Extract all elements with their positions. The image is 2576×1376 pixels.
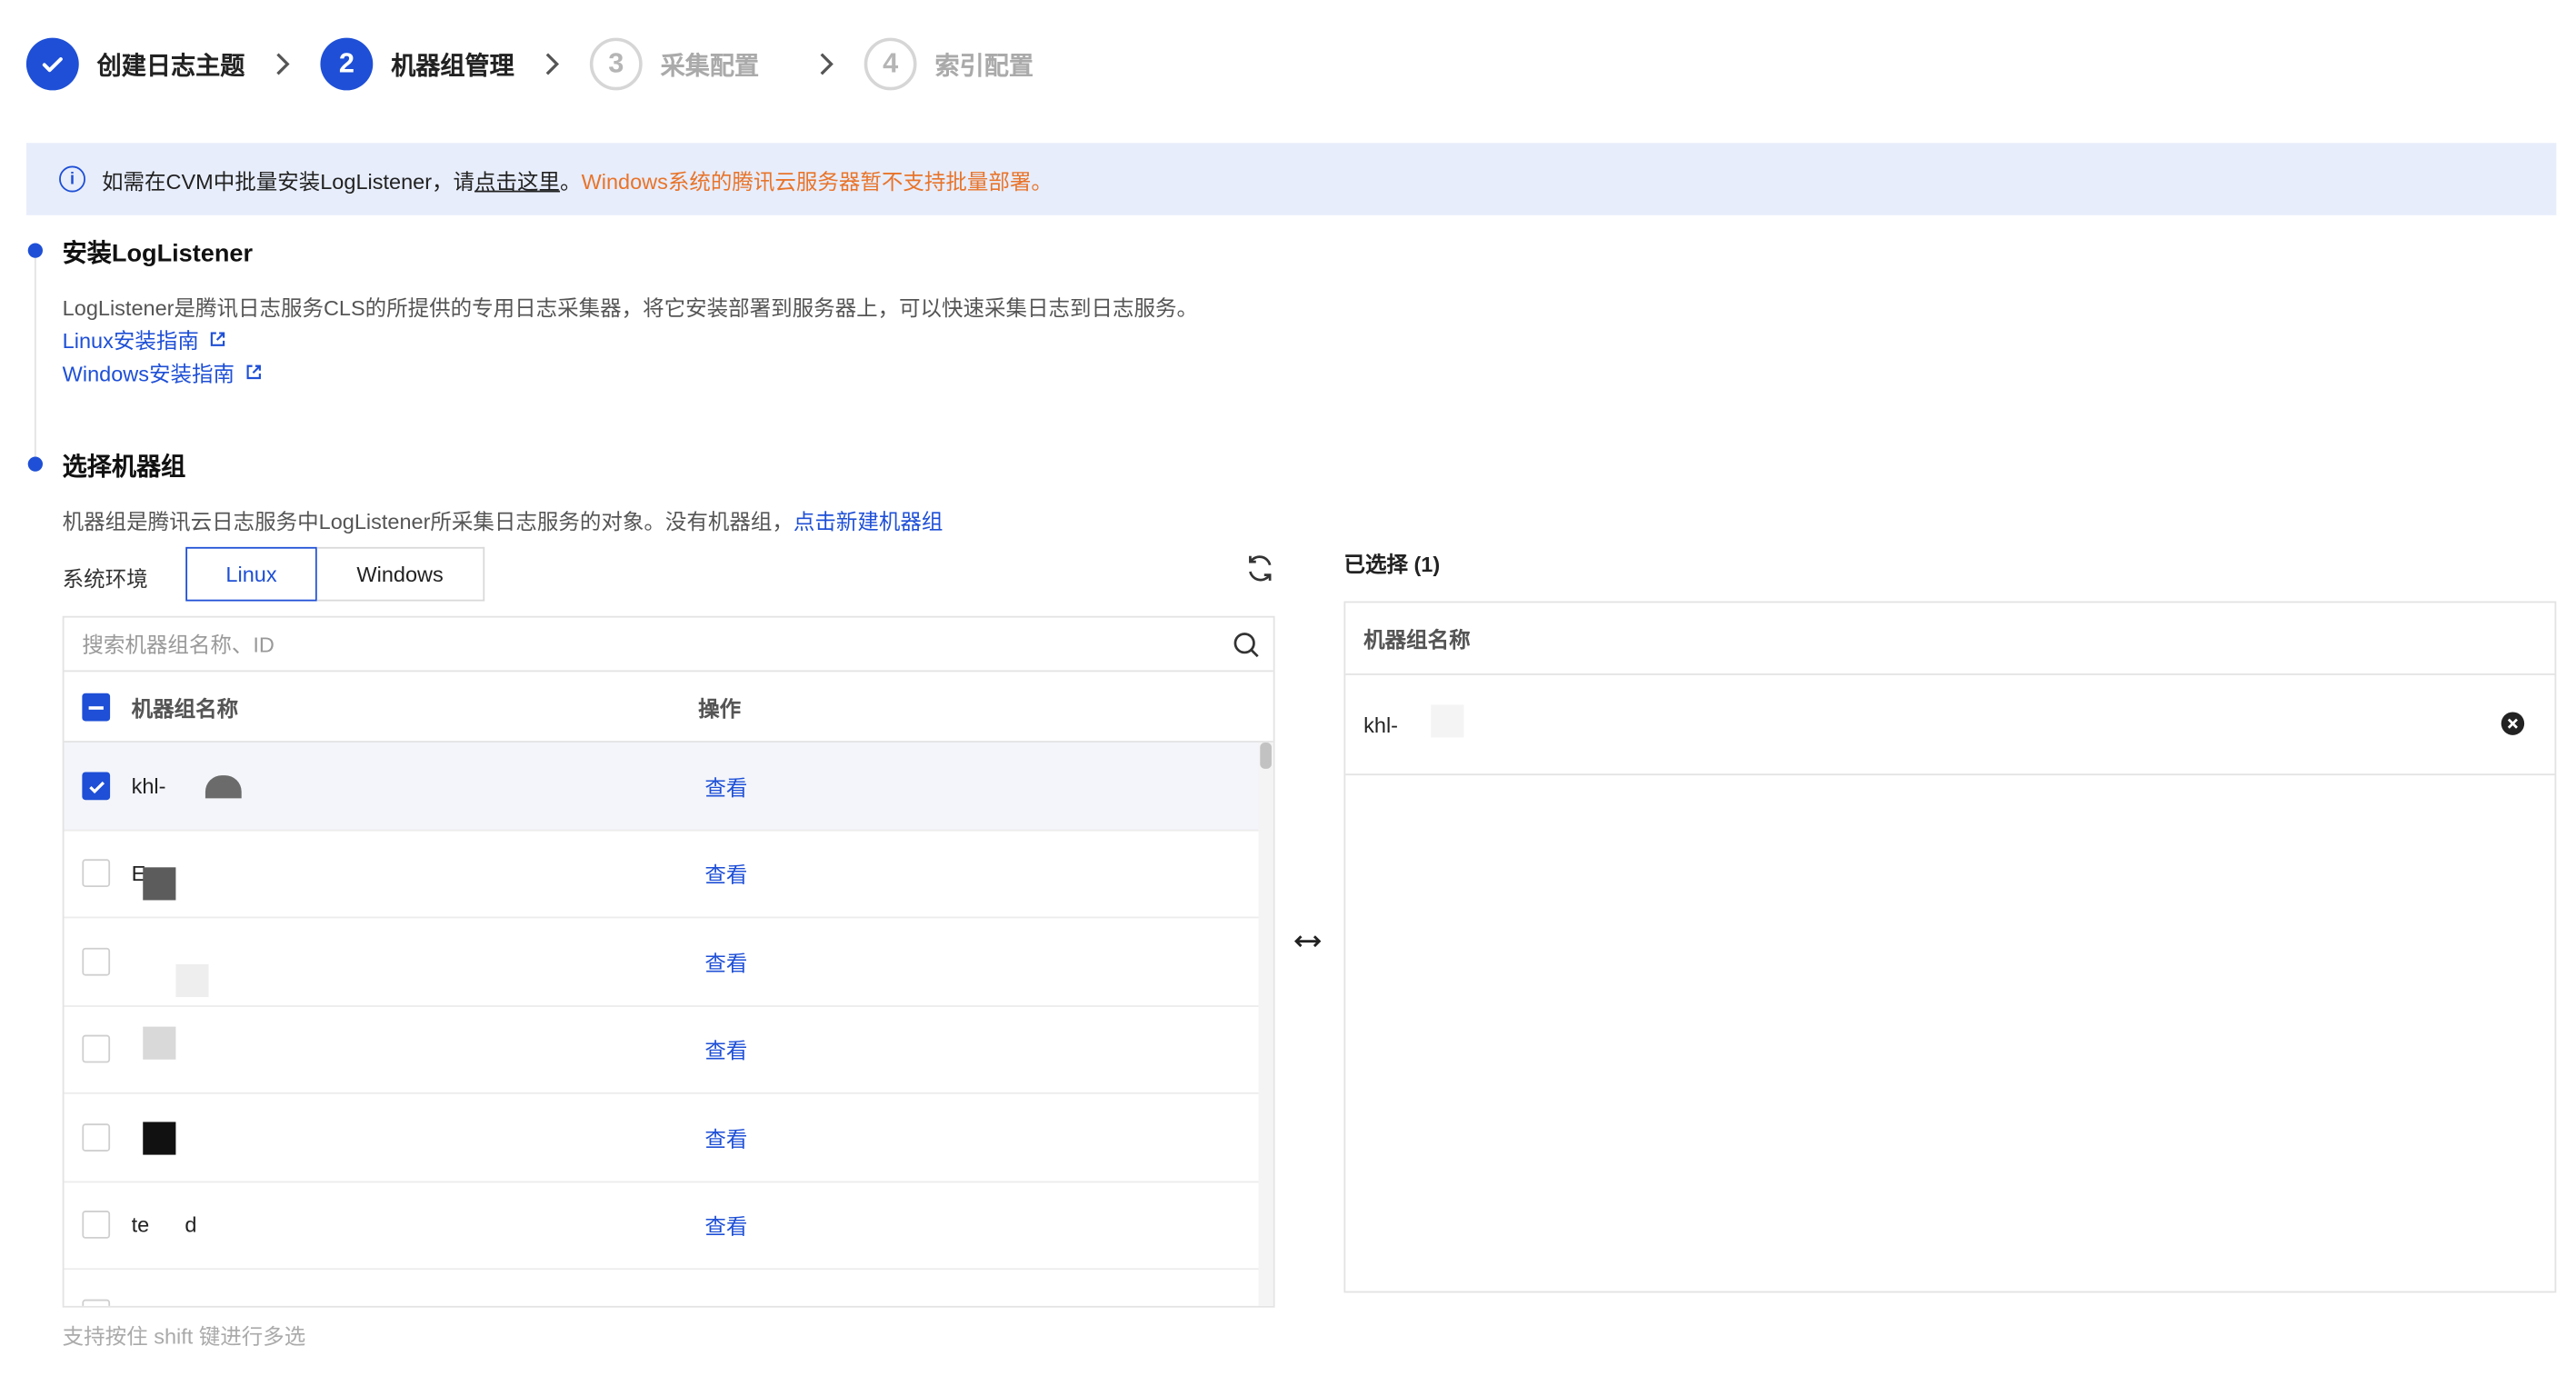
table-row[interactable]: khl- 查看 bbox=[64, 742, 1273, 831]
banner-text: 如需在CVM中批量安装LogListener，请 bbox=[102, 168, 475, 194]
table-row[interactable]: 查看 bbox=[64, 1006, 1273, 1094]
env-windows-button[interactable]: Windows bbox=[316, 546, 485, 602]
view-link[interactable]: 查看 bbox=[704, 1210, 747, 1241]
refresh-icon[interactable] bbox=[1243, 552, 1276, 584]
machine-group-table: 机器组名称 操作 khl- 查看 E 查看 查看 查看 bbox=[62, 615, 1275, 1308]
step-2-number: 2 bbox=[320, 37, 374, 91]
selected-title: 已选择 (1) bbox=[1343, 552, 1441, 577]
step-4-label: 索引配置 bbox=[934, 51, 1033, 80]
redacted-block bbox=[1431, 704, 1464, 738]
external-link-icon bbox=[246, 364, 261, 380]
redacted-block bbox=[143, 866, 176, 900]
step-3[interactable]: 3 采集配置 bbox=[589, 37, 760, 91]
redacted-block bbox=[175, 963, 209, 998]
scrollbar-thumb[interactable] bbox=[1260, 742, 1272, 769]
redacted-block bbox=[205, 775, 242, 799]
stepper: 创建日志主题 2 机器组管理 3 采集配置 4 索引配置 bbox=[25, 36, 1033, 92]
batch-install-link[interactable]: 点击这里 bbox=[474, 164, 560, 194]
step-4-number: 4 bbox=[864, 37, 917, 91]
select-group-description: 机器组是腾讯云日志服务中LogListener所采集日志服务的对象。没有机器组，… bbox=[63, 504, 944, 535]
redacted-block bbox=[143, 1122, 176, 1155]
banner-warning: Windows系统的腾讯云服务器暂不支持批量部署。 bbox=[581, 168, 1053, 194]
row-checkbox[interactable] bbox=[82, 1299, 111, 1306]
timeline-dot bbox=[27, 243, 43, 258]
step-2[interactable]: 2 机器组管理 bbox=[320, 37, 514, 91]
select-group-title: 选择机器组 bbox=[62, 453, 186, 482]
select-group-text: 机器组是腾讯云日志服务中LogListener所采集日志服务的对象。没有机器组， bbox=[62, 509, 794, 534]
table-row[interactable]: 查看 bbox=[64, 1094, 1273, 1182]
check-icon bbox=[25, 37, 79, 91]
row-checkbox[interactable] bbox=[82, 1035, 111, 1063]
view-link[interactable]: 查看 bbox=[704, 770, 747, 801]
search-input[interactable] bbox=[82, 631, 1200, 657]
multi-select-hint: 支持按住 shift 键进行多选 bbox=[62, 1323, 306, 1349]
env-linux-button[interactable]: Linux bbox=[185, 546, 317, 602]
windows-guide-label: Windows安装指南 bbox=[62, 361, 235, 386]
row-checkbox[interactable] bbox=[82, 859, 111, 888]
timeline-line bbox=[34, 249, 36, 464]
view-link[interactable]: 查看 bbox=[704, 858, 747, 889]
selected-item: khl- bbox=[1345, 675, 2555, 776]
table-row[interactable]: te d 查看 bbox=[64, 1182, 1273, 1271]
external-link-icon bbox=[210, 332, 225, 346]
selected-panel: 机器组名称 khl- bbox=[1343, 601, 2557, 1293]
select-all-checkbox[interactable] bbox=[82, 692, 111, 721]
remove-circle-icon[interactable] bbox=[2501, 712, 2525, 736]
banner-text-end: 。 bbox=[560, 168, 582, 194]
install-description: LogListener是腾讯日志服务CLS的所提供的专用日志采集器，将它安装部署… bbox=[62, 295, 1199, 321]
row-name: khl- bbox=[131, 773, 166, 798]
chevron-right-icon bbox=[789, 51, 864, 77]
step-1[interactable]: 创建日志主题 bbox=[25, 37, 245, 91]
table-header: 机器组名称 操作 bbox=[64, 672, 1273, 743]
env-label: 系统环境 bbox=[62, 566, 148, 592]
info-icon: i bbox=[59, 165, 85, 193]
step-4[interactable]: 4 索引配置 bbox=[864, 37, 1033, 91]
chevron-right-icon bbox=[514, 51, 590, 77]
info-banner: i 如需在CVM中批量安装LogListener，请 点击这里 。 Window… bbox=[25, 143, 2557, 215]
row-name: te d bbox=[131, 1212, 197, 1238]
table-row[interactable]: E 查看 bbox=[64, 831, 1273, 919]
redacted-block bbox=[143, 1025, 176, 1059]
col-name-header: 机器组名称 bbox=[131, 695, 239, 721]
chevron-right-icon bbox=[245, 51, 320, 77]
step-1-label: 创建日志主题 bbox=[96, 51, 245, 80]
timeline-dot bbox=[27, 456, 43, 472]
install-title: 安装LogListener bbox=[62, 239, 254, 268]
row-checkbox[interactable] bbox=[82, 772, 111, 800]
step-3-label: 采集配置 bbox=[660, 51, 760, 80]
search-icon[interactable] bbox=[1233, 631, 1261, 659]
row-checkbox[interactable] bbox=[82, 1211, 111, 1240]
selected-item-name: khl- bbox=[1363, 712, 1399, 737]
row-checkbox[interactable] bbox=[82, 947, 111, 976]
step-3-number: 3 bbox=[589, 37, 643, 91]
page: 创建日志主题 2 机器组管理 3 采集配置 4 索引配置 i 如需在CVM中批量… bbox=[0, 0, 2576, 1367]
create-group-link[interactable]: 点击新建机器组 bbox=[794, 509, 944, 533]
linux-guide-label: Linux安装指南 bbox=[62, 328, 199, 354]
col-op-header: 操作 bbox=[698, 695, 742, 721]
linux-guide-link[interactable]: Linux安装指南 bbox=[63, 324, 227, 354]
table-row[interactable]: 查看 bbox=[64, 918, 1273, 1007]
windows-guide-link[interactable]: Windows安装指南 bbox=[63, 356, 263, 387]
row-checkbox[interactable] bbox=[82, 1122, 111, 1152]
step-2-label: 机器组管理 bbox=[391, 51, 514, 80]
table-row[interactable] bbox=[64, 1270, 1273, 1306]
table-scrollbar[interactable] bbox=[1258, 742, 1273, 1306]
env-toggle: Linux Windows bbox=[185, 546, 485, 602]
search-bar bbox=[64, 618, 1273, 673]
view-link[interactable]: 查看 bbox=[704, 1122, 747, 1152]
view-link[interactable]: 查看 bbox=[704, 946, 747, 977]
selected-header: 机器组名称 bbox=[1345, 603, 2555, 675]
view-link[interactable]: 查看 bbox=[704, 1033, 747, 1064]
swap-arrows-icon bbox=[1293, 935, 1322, 948]
